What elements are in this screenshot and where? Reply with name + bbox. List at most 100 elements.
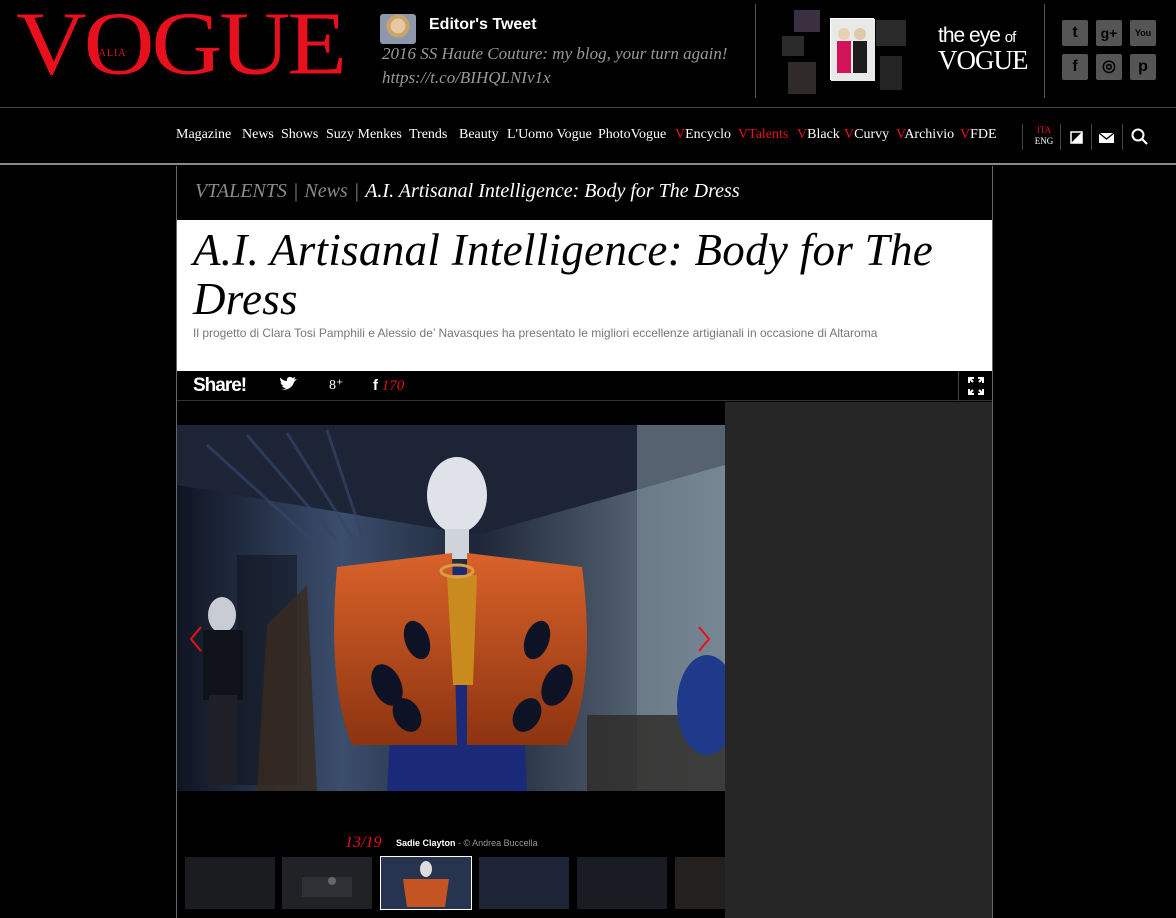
gallery-thumbnail[interactable] — [185, 857, 275, 909]
contrast-icon[interactable] — [1062, 126, 1092, 148]
nav-item-beauty[interactable]: Beauty — [459, 127, 499, 143]
eye-of-vogue-collage[interactable] — [780, 6, 920, 100]
nav-item-shows[interactable]: Shows — [281, 127, 318, 143]
nav-item-vencyclo[interactable]: VEncyclo — [675, 127, 731, 143]
breadcrumb-category[interactable]: News — [304, 180, 347, 202]
facebook-share-icon: f — [373, 377, 378, 394]
social-links: t g+ You f ◎ p — [1062, 20, 1158, 84]
site-header: VOGUE ITALIA Editor's Tweet 2016 SS Haut… — [0, 0, 1176, 106]
tweet-text: 2016 SS Haute Couture: my blog, your tur… — [382, 42, 754, 90]
breadcrumb-current: A.I. Artisanal Intelligence: Body for Th… — [365, 180, 740, 202]
nav-label: PhotoVogue — [598, 127, 667, 142]
gallery-side-panel — [725, 402, 992, 918]
nav-item-luomo-vogue[interactable]: L'Uomo Vogue — [507, 127, 592, 143]
gallery-thumbnails — [185, 856, 725, 913]
nav-item-trends[interactable]: Trends — [409, 127, 447, 143]
collage-thumb — [782, 36, 804, 56]
nav-item-photovogue[interactable]: PhotoVogue — [598, 127, 666, 143]
breadcrumb-separator: | — [353, 180, 360, 202]
gallery-counter: 13/19 — [345, 834, 382, 851]
article: VTALENTS | News | A.I. Artisanal Intelligenc… — [176, 166, 993, 918]
eye-title-of: of — [1004, 29, 1016, 46]
mail-icon[interactable] — [1092, 126, 1122, 148]
googleplus-icon[interactable]: g+ — [1096, 20, 1122, 46]
header-divider — [755, 4, 756, 98]
nav-item-vblack[interactable]: VBlack — [797, 127, 840, 143]
nav-label: Trends — [409, 127, 448, 142]
nav-label: Archivio — [904, 127, 955, 142]
lang-ita[interactable]: ITA — [1037, 125, 1051, 135]
nav-item-varchivio[interactable]: VArchivio — [896, 127, 954, 143]
nav-prefix: V — [675, 127, 686, 142]
gallery-main-photo[interactable] — [177, 425, 725, 791]
thumb-scene — [403, 861, 449, 907]
googleplus-share-icon[interactable]: 8⁺ — [329, 377, 343, 394]
header-divider — [1044, 4, 1045, 98]
gallery-next-arrow-icon[interactable] — [697, 625, 711, 653]
article-subtitle: Il progetto di Clara Tosi Pamphili e Ale… — [193, 326, 878, 340]
photo-gallery: 13/19 Sadie Clayton - © Andrea Buccella — [177, 402, 725, 918]
pinterest-icon[interactable]: p — [1130, 54, 1156, 80]
facebook-share-count: 170 — [381, 378, 405, 394]
nav-label: Black — [807, 127, 840, 142]
collage-thumb — [788, 62, 816, 94]
nav-label: Beauty — [459, 127, 499, 142]
vogue-logo[interactable]: VOGUE ITALIA — [16, 0, 347, 102]
nav-prefix: V — [960, 127, 971, 142]
article-title: A.I. Artisanal Intelligence: Body for Th… — [193, 225, 934, 324]
nav-item-news[interactable]: News — [242, 127, 274, 143]
tweet-title: Editor's Tweet — [429, 16, 537, 33]
nav-prefix: V — [797, 127, 808, 142]
nav-item-vfde[interactable]: VFDE — [960, 127, 997, 143]
nav-label: Talents — [748, 127, 789, 142]
eye-of-vogue-title[interactable]: the eye of VOGUE — [938, 24, 1030, 75]
twitter-icon[interactable]: t — [1062, 20, 1088, 46]
facebook-share-button[interactable]: f 170 — [373, 377, 404, 395]
nav-label: Magazine — [176, 127, 232, 142]
collage-thumb — [794, 10, 820, 32]
nav-item-vcurvy[interactable]: VCurvy — [844, 127, 889, 143]
nav-separator — [1122, 124, 1123, 150]
nav-item-magazine[interactable]: Magazine — [176, 127, 231, 143]
nav-label: Suzy Menkes — [326, 127, 402, 142]
breadcrumb-section[interactable]: VTALENTS — [195, 180, 287, 202]
gallery-thumbnail[interactable] — [282, 857, 372, 909]
facebook-icon[interactable]: f — [1062, 54, 1088, 80]
twitter-share-icon[interactable] — [279, 375, 299, 398]
photo-caption: Sadie Clayton - © Andrea Buccella — [396, 838, 538, 848]
instagram-icon[interactable]: ◎ — [1096, 54, 1122, 80]
eye-title-line1: the eye — [938, 24, 1001, 47]
headline-box: A.I. Artisanal Intelligence: Body for Th… — [177, 220, 992, 371]
gallery-prev-arrow-icon[interactable] — [189, 625, 203, 653]
nav-item-suzy-menkes[interactable]: Suzy Menkes — [326, 127, 402, 143]
youtube-icon[interactable]: You — [1130, 20, 1156, 46]
nav-label: Encyclo — [685, 127, 731, 142]
nav-label: Shows — [281, 127, 319, 142]
share-bar: Share! 8⁺ f 170 — [177, 371, 992, 401]
nav-label: News — [242, 127, 274, 142]
lang-eng[interactable]: ENG — [1035, 136, 1054, 146]
gallery-thumbnail-active[interactable] — [380, 856, 472, 910]
nav-prefix: V — [844, 127, 855, 142]
nav-label: FDE — [970, 127, 997, 142]
nav-prefix: V — [738, 127, 749, 142]
tweet-body-link[interactable]: 2016 SS Haute Couture: my blog, your tur… — [382, 44, 727, 63]
language-switch: ITA ENG — [1032, 125, 1056, 147]
gallery-thumbnail[interactable] — [675, 857, 725, 909]
gallery-photo-scene — [177, 425, 725, 791]
thumb-scene — [302, 877, 352, 897]
fullscreen-icon[interactable] — [958, 371, 992, 401]
tweet-url-link[interactable]: https://t.co/BIHQLNIv1x — [382, 68, 551, 87]
search-icon[interactable] — [1126, 126, 1156, 148]
editors-tweet: Editor's Tweet 2016 SS Haute Couture: my… — [378, 12, 750, 92]
gallery-thumbnail[interactable] — [577, 857, 667, 909]
nav-label: L'Uomo Vogue — [507, 127, 592, 142]
share-label: Share! — [193, 375, 247, 396]
nav-item-vtalents[interactable]: VTalents — [738, 127, 788, 143]
breadcrumb: VTALENTS | News | A.I. Artisanal Intelligenc… — [195, 180, 740, 203]
gallery-thumbnail[interactable] — [479, 857, 569, 909]
nav-separator — [1060, 124, 1061, 150]
collage-feature-figure — [831, 19, 875, 81]
editor-avatar[interactable] — [380, 14, 416, 44]
eye-title-line2: VOGUE — [938, 45, 1029, 75]
